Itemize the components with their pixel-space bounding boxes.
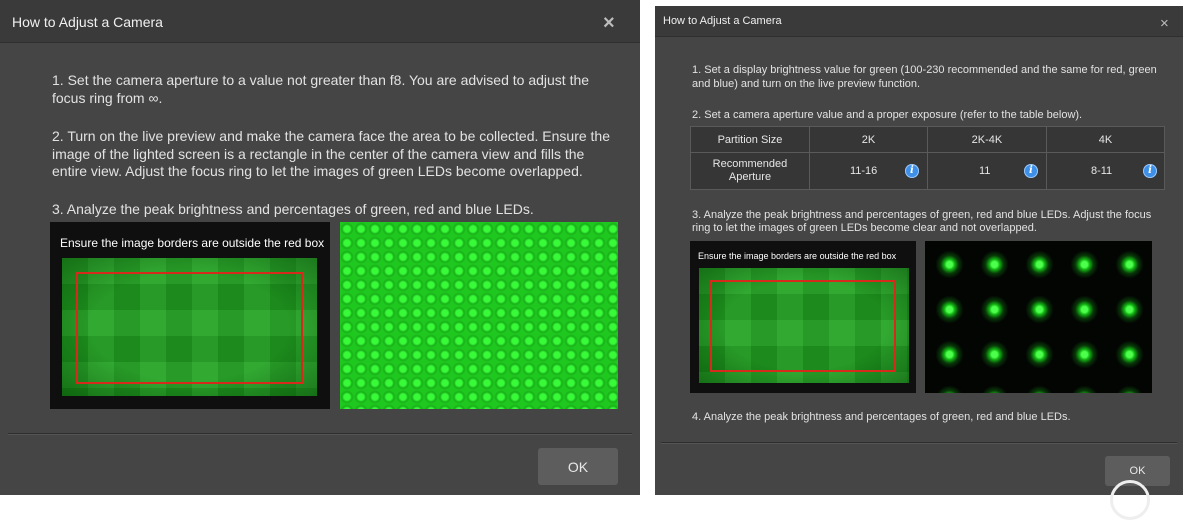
table-col-4k: 4K [1045, 126, 1166, 153]
info-icon[interactable]: i [1142, 164, 1157, 178]
table-header-row: Partition Size 2K 2K-4K 4K [690, 126, 1166, 153]
right-step-2: 2. Set a camera aperture value and a pro… [692, 109, 1083, 121]
table-cell: 11 i [926, 152, 1047, 190]
red-box [76, 272, 303, 384]
image-caption: Ensure the image borders are outside the… [60, 236, 325, 250]
aperture-value: 8-11 [1090, 165, 1113, 177]
watermark-icon [1110, 480, 1150, 520]
close-icon[interactable]: × [603, 12, 615, 35]
aperture-table: Partition Size 2K 2K-4K 4K Recommended A… [690, 126, 1166, 190]
table-cell: 8-11 i [1045, 152, 1166, 190]
left-footer-divider [8, 433, 632, 435]
aperture-value: 11 [978, 165, 991, 177]
table-cell: 11-16 i [808, 152, 928, 190]
left-dialog-title: How to Adjust a Camera [12, 14, 163, 30]
table-col-2k-4k: 2K-4K [926, 126, 1047, 153]
table-col-2k: 2K [808, 126, 928, 153]
table-row-label: Recommended Aperture [690, 152, 810, 190]
left-dialog: How to Adjust a Camera × 1. Set the came… [0, 0, 640, 495]
image-caption: Ensure the image borders are outside the… [698, 251, 897, 261]
right-dialog: How to Adjust a Camera × 1. Set a displa… [655, 6, 1183, 495]
right-dialog-title: How to Adjust a Camera [663, 15, 782, 27]
ok-button[interactable]: OK [538, 448, 618, 485]
close-icon[interactable]: × [1160, 15, 1169, 32]
right-footer-divider [661, 442, 1177, 444]
info-icon[interactable]: i [1023, 164, 1038, 178]
left-step-1: 1. Set the camera aperture to a value no… [52, 72, 590, 106]
right-step-3: 3. Analyze the peak brightness and perce… [692, 209, 1152, 234]
table-row: Recommended Aperture 11-16 i 11 i 8-11 i [690, 152, 1166, 190]
left-step-2: 2. Turn on the live preview and make the… [52, 128, 610, 179]
aperture-value: 11-16 [849, 165, 878, 177]
left-dialog-titlebar: How to Adjust a Camera × [0, 0, 640, 43]
right-dialog-titlebar: How to Adjust a Camera × [655, 6, 1183, 37]
camera-view-image: Ensure the image borders are outside the… [50, 222, 330, 409]
led-screen [62, 258, 317, 396]
red-box [710, 280, 896, 372]
led-screen [699, 268, 909, 383]
table-header-label: Partition Size [690, 126, 810, 153]
info-icon[interactable]: i [904, 164, 919, 178]
camera-view-image: Ensure the image borders are outside the… [690, 241, 916, 393]
clear-leds-image [925, 241, 1152, 393]
right-step-4: 4. Analyze the peak brightness and perce… [692, 411, 1071, 423]
left-step-3: 3. Analyze the peak brightness and perce… [52, 201, 534, 217]
overlapped-leds-image [340, 222, 618, 409]
right-step-1: 1. Set a display brightness value for gr… [692, 64, 1157, 90]
